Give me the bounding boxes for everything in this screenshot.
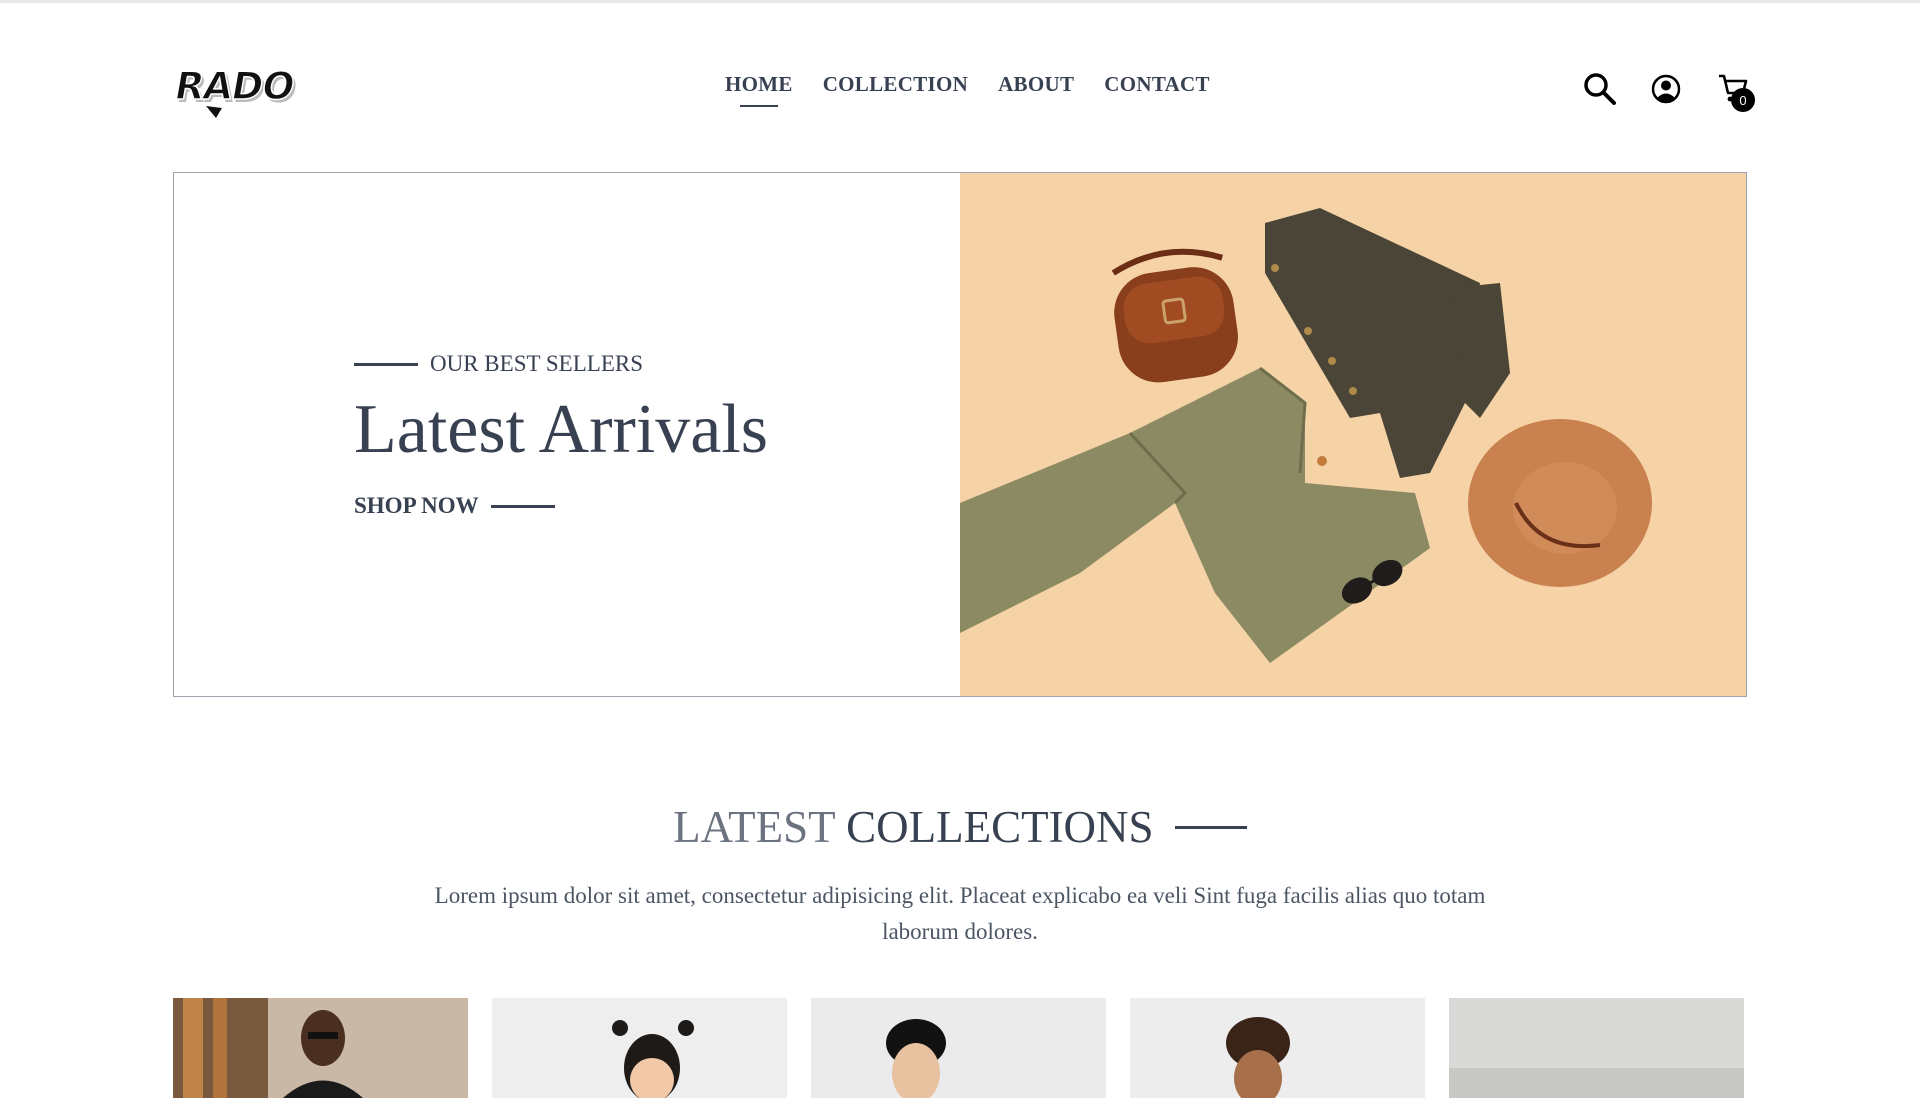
product-card[interactable] [173, 998, 468, 1098]
hero-text-panel: OUR BEST SELLERS Latest Arrivals SHOP NO… [174, 173, 960, 696]
product-image [173, 998, 468, 1098]
hero-title: Latest Arrivals [354, 391, 769, 468]
cart-count-badge: 0 [1731, 88, 1755, 112]
shop-now-label: SHOP NOW [354, 493, 479, 518]
product-image [1449, 998, 1744, 1098]
title-part-2: COLLECTIONS [846, 802, 1154, 852]
hero-image [960, 173, 1746, 696]
product-image [811, 998, 1106, 1098]
main-nav: HOME COLLECTION ABOUT CONTACT [725, 72, 1210, 107]
product-image [1130, 998, 1425, 1098]
logo[interactable]: RADO RADO [176, 64, 340, 120]
hero-flatlay-illustration [960, 173, 1746, 696]
nav-collection[interactable]: COLLECTION [823, 72, 968, 97]
latest-collections-description: Lorem ipsum dolor sit amet, consectetur … [434, 883, 1486, 944]
eyebrow-line [354, 362, 418, 366]
product-image [492, 998, 787, 1098]
hero-eyebrow: OUR BEST SELLERS [354, 351, 643, 377]
svg-text:RADO: RADO [176, 64, 297, 109]
product-card[interactable] [811, 998, 1106, 1098]
latest-collections-title: LATEST COLLECTIONS [0, 805, 1920, 850]
hero-banner: OUR BEST SELLERS Latest Arrivals SHOP NO… [173, 172, 1747, 697]
title-part-1: LATEST [673, 802, 835, 852]
product-card[interactable] [492, 998, 787, 1098]
shop-now-line [490, 504, 555, 508]
nav-contact[interactable]: CONTACT [1104, 72, 1210, 97]
hero-eyebrow-text: OUR BEST SELLERS [430, 351, 643, 376]
shop-now-link[interactable]: SHOP NOW [354, 493, 555, 519]
search-icon[interactable] [1583, 72, 1617, 106]
nav-home[interactable]: HOME [725, 72, 793, 107]
title-line [1174, 826, 1247, 830]
profile-icon[interactable] [1651, 74, 1681, 104]
nav-about[interactable]: ABOUT [998, 72, 1074, 97]
product-grid [173, 998, 1747, 1098]
product-card[interactable] [1449, 998, 1744, 1098]
product-card[interactable] [1130, 998, 1425, 1098]
top-border [0, 0, 1920, 3]
